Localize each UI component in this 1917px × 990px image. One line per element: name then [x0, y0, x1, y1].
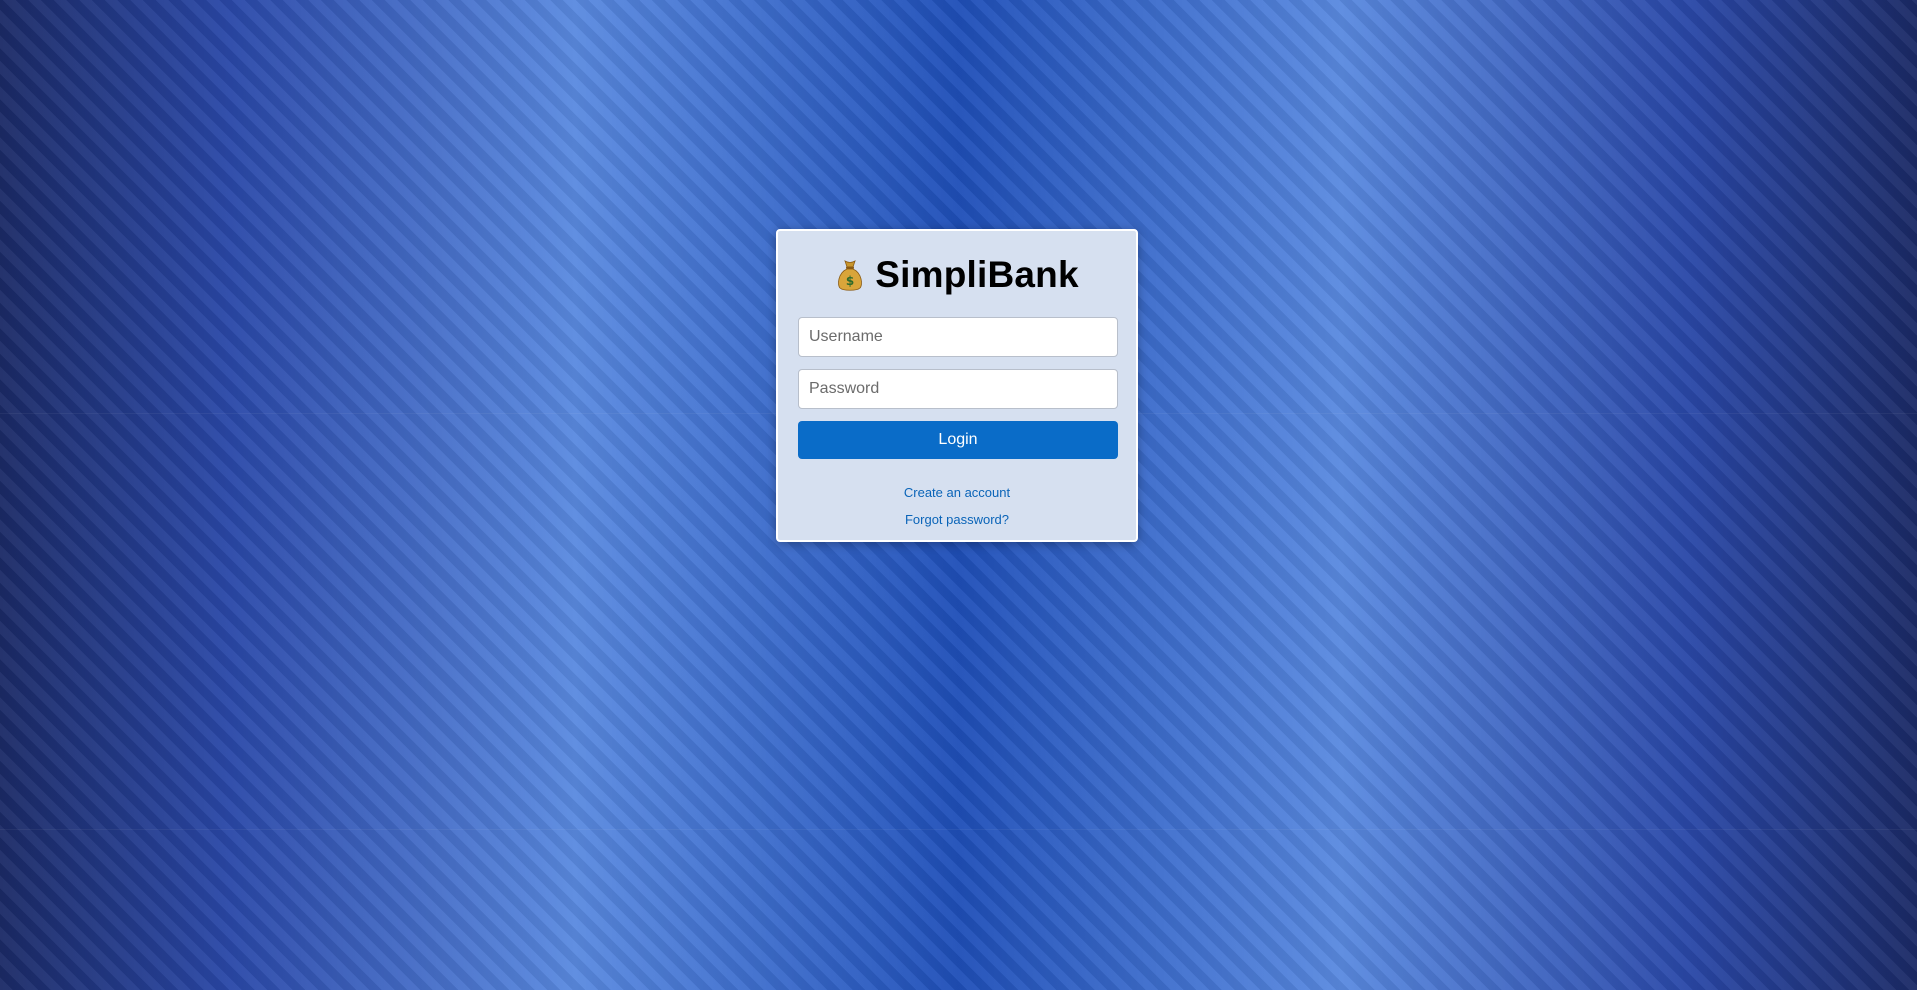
account-links: Create an account Forgot password? — [798, 479, 1116, 533]
background-band — [0, 829, 1917, 830]
brand-header: $ SimpliBank — [798, 253, 1116, 297]
forgot-password-link[interactable]: Forgot password? — [798, 506, 1116, 533]
svg-text:$: $ — [846, 274, 854, 288]
create-account-link[interactable]: Create an account — [798, 479, 1116, 506]
login-card: $ SimpliBank Login Create an account For… — [776, 229, 1138, 542]
login-button[interactable]: Login — [798, 421, 1118, 459]
password-input[interactable] — [798, 369, 1118, 409]
username-input[interactable] — [798, 317, 1118, 357]
app-title: SimpliBank — [875, 254, 1079, 295]
money-bag-icon: $ — [835, 258, 865, 292]
